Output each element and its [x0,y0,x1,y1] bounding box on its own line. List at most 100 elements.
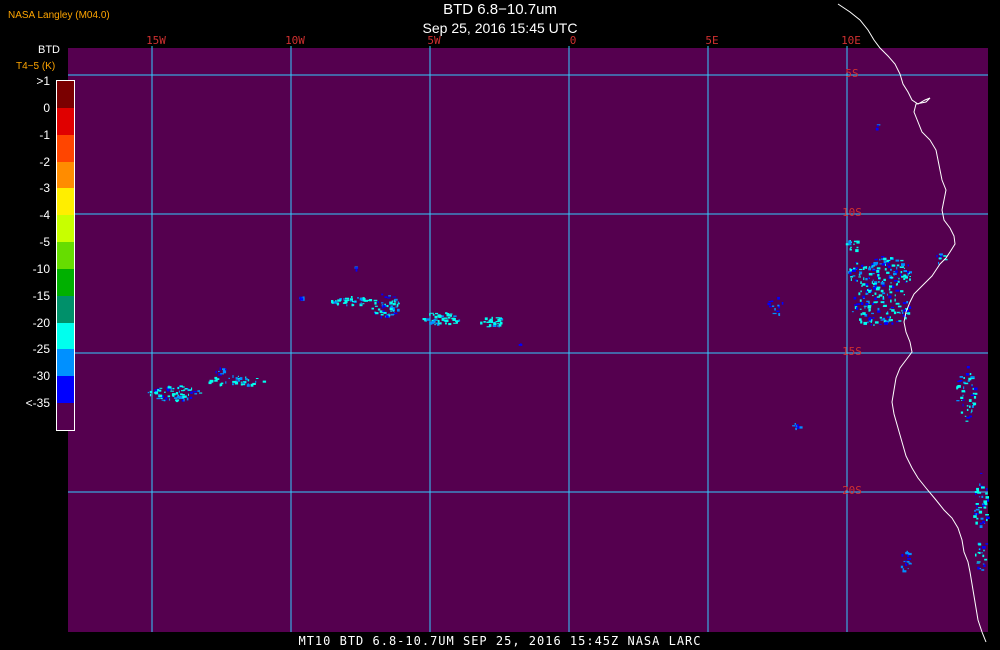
cloud-pixel [893,311,897,315]
cloud-pixel [772,305,775,307]
cloud-pixel [971,405,974,408]
cloud-pixel [874,292,877,295]
cloud-pixel [166,388,170,392]
cloud-pixel [777,304,780,307]
cloud-pixel [188,393,189,396]
cloud-pixel [894,294,896,297]
cloud-pixel [354,267,359,269]
cloud-pixel [390,310,393,312]
cloud-pixel [225,381,227,384]
cloud-pixel [336,302,340,305]
cloud-pixel [985,496,989,499]
cloud-pixel [872,269,876,271]
cloud-pixel [985,514,989,516]
cloud-pixel [907,273,909,276]
cloud-pixel [881,263,884,266]
cloud-pixel [901,554,904,557]
cloud-pixel [255,378,259,379]
cloud-pixel [983,564,986,567]
latitude-label: 5S [845,67,858,80]
cloud-pixel [235,377,238,380]
cloud-pixel [893,280,898,282]
cloud-pixel [867,305,872,307]
cloud-pixel [451,317,455,320]
cloud-pixel [262,380,267,383]
cloud-pixel [973,515,977,518]
cloud-pixel [385,315,388,318]
footer-caption: MT10 BTD 6.8-10.7UM SEP 25, 2016 15:45Z … [298,634,702,648]
cloud-pixel [389,303,391,305]
cloud-pixel [981,486,985,489]
cloud-pixel [337,299,341,302]
cloud-pixel [375,312,379,315]
cloud-pixel [872,295,874,297]
cloud-pixel [879,323,882,325]
cloud-pixel [237,379,241,382]
cloud-pixel [852,269,856,272]
legend-label: 0 [43,100,50,115]
legend-swatch [57,161,74,189]
cloud-pixel [868,317,871,321]
cloud-pixel [907,568,909,570]
cloud-pixel [883,260,887,264]
cloud-pixel [177,386,180,390]
cloud-pixel [979,525,983,528]
cloud-pixel [975,513,977,515]
cloud-pixel [865,290,868,293]
cloud-pixel [397,301,399,303]
cloud-pixel [223,370,227,374]
cloud-pixel [187,389,192,391]
cloud-pixel [903,309,906,312]
cloud-pixel [905,552,910,555]
cloud-pixel [219,367,222,371]
cloud-pixel [941,255,943,258]
cloud-pixel [976,561,981,563]
cloud-pixel [352,304,354,306]
cloud-pixel [879,258,881,261]
cloud-pixel [377,308,381,311]
cloud-pixel [359,297,363,301]
cloud-pixel [863,297,865,299]
cloud-pixel [430,321,435,324]
cloud-pixel [983,549,985,552]
cloud-pixel [161,399,166,401]
legend-swatch [57,403,74,430]
cloud-pixel [966,366,970,369]
cloud-pixel [374,305,378,307]
cloud-pixel [350,296,353,298]
cloud-pixel [961,390,966,393]
cloud-pixel [974,392,978,395]
cloud-pixel [160,397,163,400]
cloud-pixel [172,394,175,397]
cloud-pixel [983,500,987,503]
cloud-pixel [865,278,868,281]
cloud-pixel [865,285,869,287]
cloud-pixel [383,311,387,314]
cloud-pixel [874,301,879,303]
cloud-pixel [878,277,881,280]
cloud-pixel [859,268,863,271]
cloud-pixel [859,318,862,321]
cloud-pixel [978,510,983,514]
cloud-pixel [876,269,880,273]
cloud-pixel [446,313,450,315]
cloud-pixel [871,281,873,284]
cloud-pixel [853,296,857,300]
cloud-pixel [848,241,852,244]
cloud-pixel [484,317,488,321]
cloud-pixel [895,289,900,292]
cloud-pixel [189,396,193,399]
cloud-pixel [975,508,980,511]
cloud-pixel [856,240,860,244]
cloud-pixel [894,298,896,302]
cloud-pixel [963,377,965,379]
cloud-pixel [430,312,434,314]
cloud-pixel [889,291,893,294]
cloud-pixel [434,315,438,319]
cloud-pixel [890,306,894,309]
cloud-pixel [976,504,978,508]
cloud-pixel [855,249,859,253]
cloud-pixel [900,271,903,274]
cloud-pixel [986,516,990,520]
cloud-pixel [443,317,448,319]
